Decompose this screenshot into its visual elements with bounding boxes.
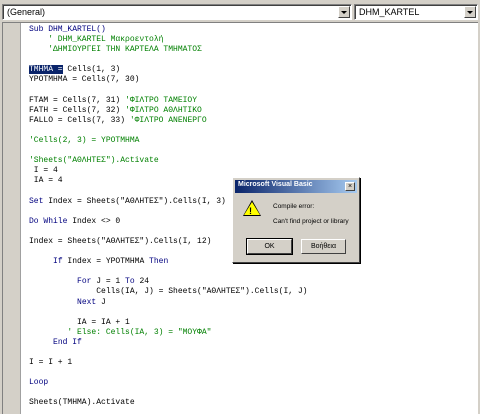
code-token: I = I + 1 — [29, 358, 73, 368]
dialog-title: Microsoft Visual Basic — [238, 181, 313, 188]
code-comment: 'ΔΗΜΙΟΥΡΓΕΙ ΤΗΝ ΚΑΡΤΕΛΑ ΤΜΗΜΑΤΟΣ — [29, 45, 202, 55]
code-line[interactable]: ΤΜΗΜΑ = Cells(1, 3) — [29, 65, 307, 75]
code-keyword: Then — [149, 257, 169, 267]
code-token: Index = Sheets("ΑΘΛΗΤΕΣ").Cells(I, 12) — [29, 236, 212, 246]
code-comment: 'ΦΙΛΤΡΟ ΤΑΜΕΙΟΥ — [125, 95, 198, 105]
code-line[interactable]: Sheets(ΤΜΗΜΑ).Activate — [29, 398, 307, 408]
help-button[interactable]: Βοήθεια — [301, 239, 346, 254]
code-line[interactable]: 'Cells(2, 3) = ΥΡΟΤΜΗΜΑ — [29, 136, 307, 146]
code-token: Sheets(ΤΜΗΜΑ).Activate — [29, 398, 135, 408]
ok-button[interactable]: OK — [247, 239, 292, 254]
code-line[interactable]: Loop — [29, 378, 307, 388]
code-line[interactable]: IA = IA + 1 — [29, 318, 307, 328]
code-line[interactable] — [29, 368, 307, 378]
code-line[interactable]: 'Sheets("ΑΘΛΗΤΕΣ").Activate — [29, 156, 307, 166]
code-token: IA = 4 — [29, 176, 63, 186]
code-line[interactable] — [29, 267, 307, 277]
code-line[interactable]: Cells(IA, J) = Sheets("ΑΘΛΗΤΕΣ").Cells(I… — [29, 287, 307, 297]
code-token: Cells(1, 3) — [62, 65, 121, 75]
code-token: FATH = Cells(7, 32) — [29, 105, 126, 115]
code-comment: ' DHM_KARTEL Μακροεντολή — [29, 35, 164, 45]
code-comment: 'ΦΙΛΤΡΟ ΑΘΛΗΤΙΚΟ — [125, 105, 202, 115]
warning-icon-mark: ! — [249, 206, 252, 216]
code-line[interactable]: FALLO = Cells(7, 33) 'ΦΙΛΤΡΟ ΑΝΕΝΕΡΓΟ — [29, 116, 307, 126]
code-line[interactable] — [29, 86, 307, 96]
code-keyword: For — [77, 277, 92, 287]
compile-error-dialog: Microsoft Visual Basic × ! Compile error… — [232, 177, 360, 263]
code-selection: ΤΜΗΜΑ = — [29, 65, 63, 75]
warning-icon-fill — [244, 202, 260, 215]
code-keyword: Loop — [29, 378, 49, 388]
object-dropdown-value: (General) — [7, 7, 46, 17]
code-line[interactable] — [29, 126, 307, 136]
code-keyword: Sub DHM_KARTEL() — [29, 25, 106, 34]
code-window-toolbar: (General) DHM_KARTEL — [0, 0, 480, 22]
chevron-down-icon[interactable] — [338, 6, 350, 18]
code-token: J — [96, 297, 106, 307]
code-comment: 'Sheets("ΑΘΛΗΤΕΣ").Activate — [29, 156, 159, 166]
margin-indicator-bar[interactable] — [3, 23, 21, 414]
code-token: FTAM = Cells(7, 31) — [29, 95, 126, 105]
code-token: ΥΡΟΤΜΗΜΑ = Cells(7, 30) — [29, 75, 140, 85]
code-token: Cells(IA, J) = Sheets("ΑΘΛΗΤΕΣ").Cells(I… — [29, 287, 308, 297]
code-line[interactable]: FATH = Cells(7, 32) 'ΦΙΛΤΡΟ ΑΘΛΗΤΙΚΟ — [29, 106, 307, 116]
code-line[interactable] — [29, 146, 307, 156]
vba-editor-window: (General) DHM_KARTEL Sub DHM_KARTEL() ' … — [0, 0, 480, 414]
code-line[interactable]: ' DHM_KARTEL Μακροεντολή — [29, 35, 307, 45]
procedure-dropdown[interactable]: DHM_KARTEL — [354, 4, 478, 20]
error-message-detail: Can't find project or library — [273, 218, 349, 225]
code-keyword: Do While — [29, 216, 68, 226]
code-token: J = 1 — [91, 277, 126, 287]
code-line[interactable]: FTAM = Cells(7, 31) 'ΦΙΛΤΡΟ ΤΑΜΕΙΟΥ — [29, 96, 307, 106]
code-keyword: Set — [29, 196, 44, 206]
code-comment: ' Else: Cells(IA, 3) = "ΜΟΥΦΑ" — [67, 327, 212, 337]
code-line[interactable]: For J = 1 To 24 — [29, 277, 307, 287]
error-message-heading: Compile error: — [273, 203, 315, 210]
code-line[interactable] — [29, 388, 307, 398]
code-line[interactable]: Sub DHM_KARTEL() — [29, 25, 307, 35]
code-line[interactable]: Next J — [29, 298, 307, 308]
code-line[interactable] — [29, 55, 307, 65]
code-token: IA = IA + 1 — [29, 317, 130, 327]
code-token: Index = ΥΡΟΤΜΗΜΑ — [62, 257, 150, 267]
code-line[interactable]: 'ΔΗΜΙΟΥΡΓΕΙ ΤΗΝ ΚΑΡΤΕΛΑ ΤΜΗΜΑΤΟΣ — [29, 45, 307, 55]
code-token: FALLO = Cells(7, 33) — [29, 115, 130, 125]
code-line[interactable]: ΥΡΟΤΜΗΜΑ = Cells(7, 30) — [29, 75, 307, 85]
code-token: Index = Sheets("ΑΘΛΗΤΕΣ").Cells(I, 3) — [43, 196, 226, 206]
code-line[interactable]: End If — [29, 338, 307, 348]
code-token: I = 4 — [29, 166, 58, 176]
code-line[interactable] — [29, 348, 307, 358]
code-token: Index <> 0 — [67, 216, 121, 226]
code-line[interactable]: I = 4 — [29, 166, 307, 176]
code-line[interactable]: ' Else: Cells(IA, 3) = "ΜΟΥΦΑ" — [29, 328, 307, 338]
code-comment: 'ΦΙΛΤΡΟ ΑΝΕΝΕΡΓΟ — [129, 115, 207, 125]
code-keyword: If — [53, 257, 63, 267]
code-comment: 'Cells(2, 3) = ΥΡΟΤΜΗΜΑ — [29, 136, 140, 146]
dialog-titlebar[interactable]: Microsoft Visual Basic × — [235, 180, 357, 193]
code-line[interactable]: I = I + 1 — [29, 358, 307, 368]
close-button[interactable]: × — [345, 182, 355, 191]
code-keyword: Next — [77, 297, 97, 307]
procedure-dropdown-value: DHM_KARTEL — [359, 7, 420, 17]
code-keyword: To — [125, 277, 135, 287]
chevron-down-icon[interactable] — [464, 6, 476, 18]
code-line[interactable] — [29, 308, 307, 318]
code-token: 24 — [134, 277, 150, 287]
object-dropdown[interactable]: (General) — [2, 4, 352, 20]
code-keyword: End If — [53, 337, 82, 347]
